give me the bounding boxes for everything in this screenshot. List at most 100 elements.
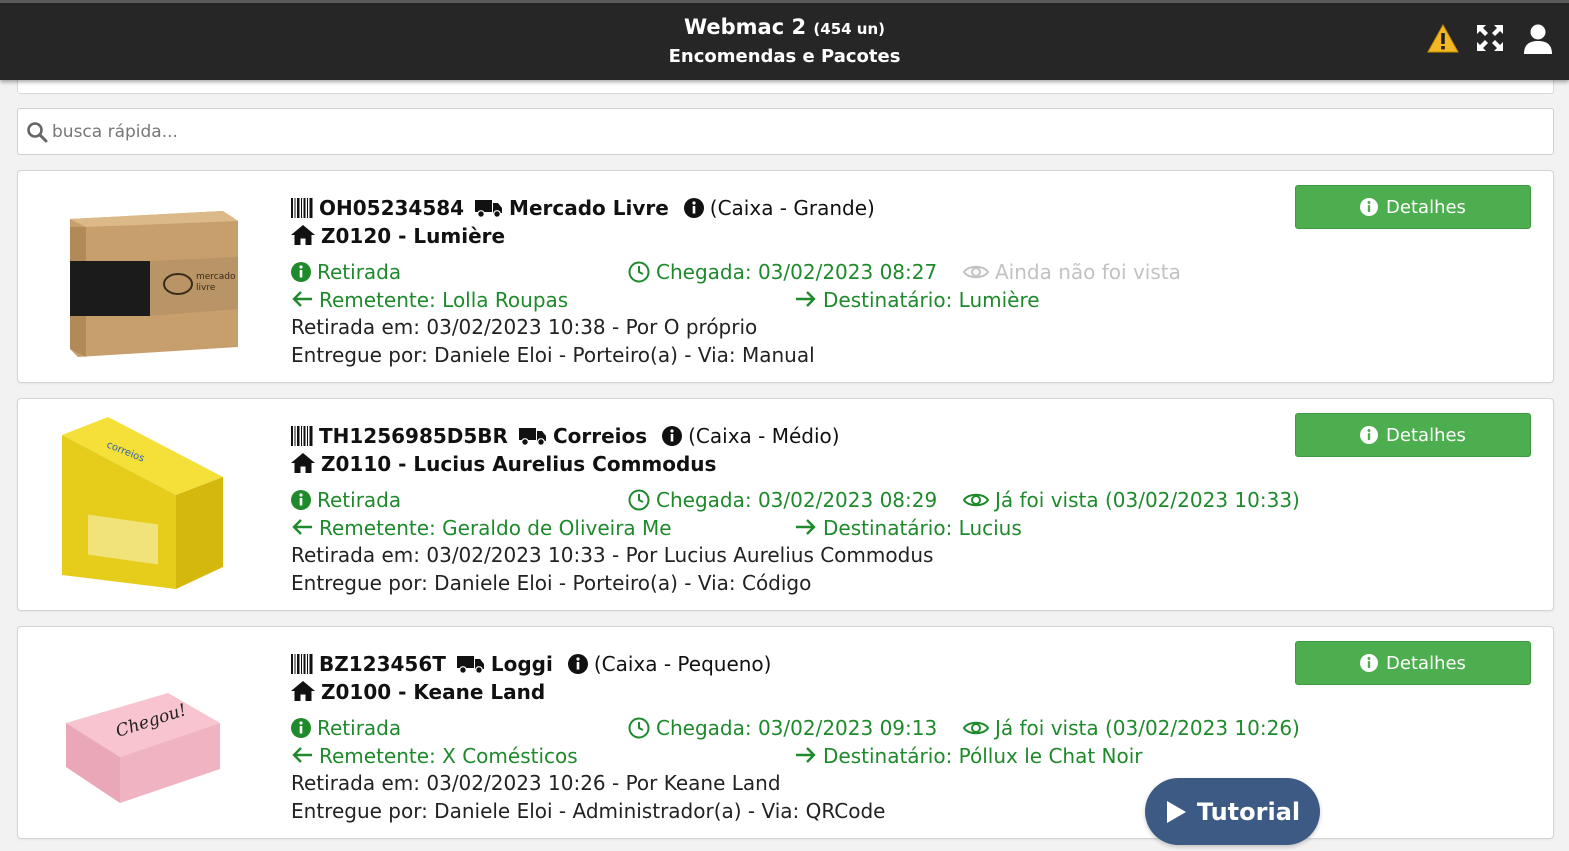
details-button[interactable]: Detalhes	[1295, 641, 1531, 685]
truck-icon	[456, 655, 484, 674]
home-icon	[291, 453, 315, 473]
status-text: Retirada	[317, 488, 402, 512]
unit-line: Z0110 - Lucius Aurelius Commodus	[291, 451, 1291, 479]
package-image: correios	[62, 417, 223, 589]
package-info: BZ123456T Loggi (Caixa - Pequeno) Z0100 …	[291, 651, 1300, 825]
tracking-code: TH1256985D5BR	[319, 424, 508, 448]
page-subtitle: Encomendas e Pacotes	[668, 46, 901, 67]
sender-recipient-line: Remetente: Lolla Roupas Destinatário: Lu…	[291, 287, 1291, 315]
package-card: mercado livre OH05234584 Mercado Livre (…	[17, 170, 1554, 383]
pickup-line: Retirada em: 03/02/2023 10:38 - Por O pr…	[291, 315, 758, 339]
pickup-line: Retirada em: 03/02/2023 10:33 - Por Luci…	[291, 543, 934, 567]
barcode-icon	[291, 425, 313, 446]
info-icon[interactable]	[662, 425, 683, 446]
package-header-line: TH1256985D5BR Correios (Caixa - Médio)	[291, 423, 1291, 451]
top-bar: Webmac 2 (454 un) Encomendas e Pacotes	[0, 0, 1569, 80]
package-size: (Caixa - Grande)	[709, 196, 875, 220]
sender-recipient-line: Remetente: Geraldo de Oliveira Me Destin…	[291, 515, 1291, 543]
package-size: (Caixa - Pequeno)	[593, 652, 772, 676]
unit-line: Z0100 - Keane Land	[291, 679, 1291, 707]
page-title: Webmac 2 (454 un)	[0, 13, 1569, 43]
svg-text:livre: livre	[196, 283, 216, 293]
arrow-left-icon	[292, 291, 312, 307]
eye-icon	[963, 493, 989, 506]
info-icon	[1360, 654, 1379, 672]
tracking-code: BZ123456T	[319, 652, 446, 676]
info-icon[interactable]	[567, 653, 588, 674]
search-icon	[27, 121, 48, 142]
recipient-text: Destinatário: Lumière	[823, 287, 1040, 312]
details-label: Detalhes	[1386, 424, 1466, 446]
seen-status: Ainda não foi vista	[995, 260, 1181, 284]
header-title-block: Webmac 2 (454 un) Encomendas e Pacotes	[0, 13, 1569, 71]
info-icon	[291, 717, 311, 738]
svg-text:mercado: mercado	[196, 272, 236, 282]
clock-icon	[628, 717, 650, 738]
app-title: Webmac 2	[683, 15, 807, 39]
arrow-right-icon	[796, 291, 816, 307]
pickup-line: Retirada em: 03/02/2023 10:26 - Por Kean…	[291, 771, 781, 795]
barcode-icon	[291, 653, 313, 674]
carrier-name: Mercado Livre	[509, 196, 669, 220]
details-button[interactable]: Detalhes	[1295, 185, 1531, 229]
recipient-text: Destinatário: Lucius	[823, 515, 1022, 540]
recipient-text: Destinatário: Póllux le Chat Noir	[823, 743, 1143, 768]
package-card: correios TH1256985D5BR Correios (Caixa -…	[17, 398, 1554, 611]
details-label: Detalhes	[1386, 652, 1466, 674]
barcode-icon	[291, 197, 313, 218]
details-label: Detalhes	[1386, 196, 1466, 218]
info-icon	[1360, 198, 1379, 216]
delivered-by-line: Entregue por: Daniele Eloi - Porteiro(a)…	[291, 342, 815, 367]
unit-name: Z0120 - Lumière	[321, 223, 506, 248]
status-line: Retirada Chegada: 03/02/2023 08:27 Ainda…	[291, 259, 1291, 287]
search-bar[interactable]	[17, 108, 1554, 155]
sender-text: Remetente: Geraldo de Oliveira Me	[319, 515, 672, 540]
header-actions	[1427, 23, 1555, 55]
clock-icon	[628, 261, 650, 282]
package-header-line: BZ123456T Loggi (Caixa - Pequeno)	[291, 651, 1291, 679]
tutorial-button[interactable]: Tutorial	[1145, 778, 1320, 845]
package-count: (454 un)	[813, 20, 886, 38]
sender-text: Remetente: X Comésticos	[319, 743, 578, 768]
carrier-name: Correios	[552, 424, 648, 448]
arrow-left-icon	[292, 519, 312, 535]
arrow-right-icon	[796, 519, 816, 535]
details-button[interactable]: Detalhes	[1295, 413, 1531, 457]
clock-icon	[628, 489, 650, 510]
eye-icon	[963, 721, 989, 734]
status-line: Retirada Chegada: 03/02/2023 09:13 Já fo…	[291, 715, 1300, 743]
status-text: Retirada	[317, 260, 402, 284]
unit-line: Z0120 - Lumière	[291, 223, 1291, 251]
home-icon	[291, 225, 315, 245]
truck-icon	[475, 199, 503, 218]
delivered-by-line: Entregue por: Daniele Eloi - Porteiro(a)…	[291, 570, 812, 595]
delivered-by-line: Entregue por: Daniele Eloi - Administrad…	[291, 798, 886, 823]
status-line: Retirada Chegada: 03/02/2023 08:29 Já fo…	[291, 487, 1300, 515]
truck-icon	[518, 427, 546, 446]
unit-name: Z0110 - Lucius Aurelius Commodus	[321, 451, 717, 476]
search-input[interactable]	[52, 121, 1532, 142]
arrival-text: Chegada: 03/02/2023 09:13	[656, 716, 938, 740]
package-image: mercado livre	[70, 211, 238, 357]
tutorial-label: Tutorial	[1196, 797, 1301, 826]
home-icon	[291, 681, 315, 701]
fullscreen-icon[interactable]	[1475, 23, 1507, 55]
sender-recipient-line: Remetente: X Comésticos Destinatário: Pó…	[291, 743, 1291, 771]
info-icon[interactable]	[683, 197, 704, 218]
package-info: OH05234584 Mercado Livre (Caixa - Grande…	[291, 195, 1291, 369]
package-image: Chegou!	[66, 693, 220, 803]
info-icon	[291, 489, 311, 510]
seen-status: Já foi vista (03/02/2023 10:33)	[995, 488, 1300, 512]
play-icon	[1166, 800, 1186, 823]
user-icon[interactable]	[1523, 23, 1555, 55]
package-header-line: OH05234584 Mercado Livre (Caixa - Grande…	[291, 195, 1291, 223]
tracking-code: OH05234584	[319, 196, 465, 220]
warning-icon[interactable]	[1427, 23, 1459, 55]
package-size: (Caixa - Médio)	[688, 424, 840, 448]
info-icon	[1360, 426, 1379, 444]
package-info: TH1256985D5BR Correios (Caixa - Médio) Z…	[291, 423, 1300, 597]
seen-status: Já foi vista (03/02/2023 10:26)	[995, 716, 1300, 740]
package-card: Chegou! BZ123456T Loggi (Caixa - Pequeno…	[17, 626, 1554, 839]
info-icon	[291, 261, 311, 282]
arrow-left-icon	[292, 747, 312, 763]
